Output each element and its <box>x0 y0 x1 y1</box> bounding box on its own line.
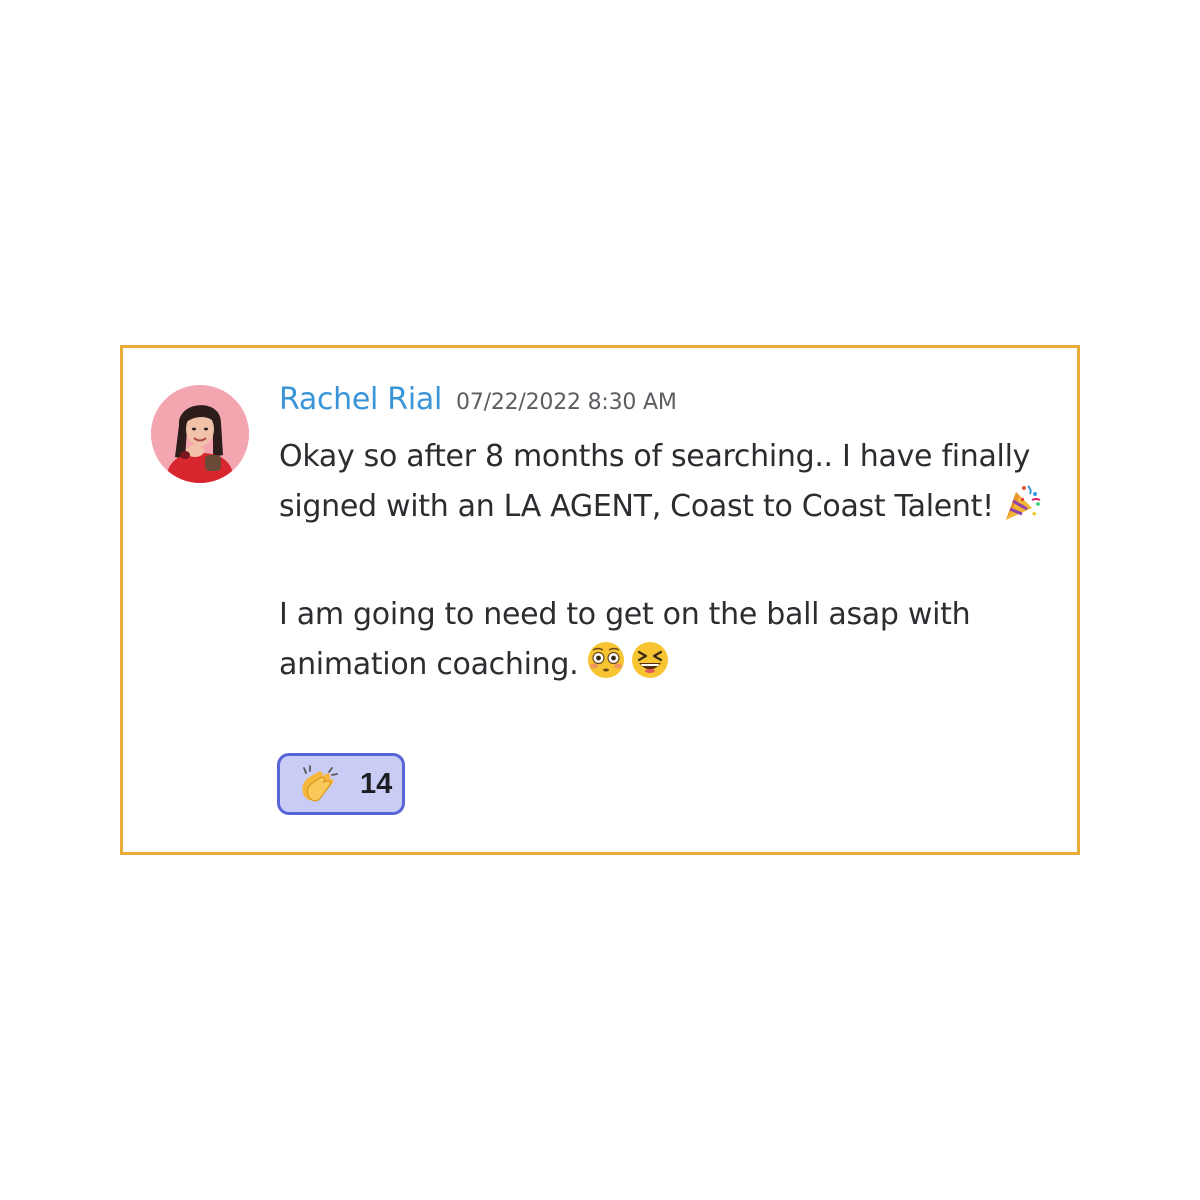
message-header: Rachel Rial 07/22/2022 8:30 AM <box>279 382 677 417</box>
avatar[interactable] <box>151 385 249 483</box>
laughing-face-icon <box>630 640 670 696</box>
message-card: Rachel Rial 07/22/2022 8:30 AM Okay so af… <box>120 345 1080 855</box>
message-body: Okay so after 8 months of searching.. I … <box>279 432 1049 696</box>
flushed-face-icon <box>586 640 626 696</box>
party-popper-icon <box>1002 482 1042 538</box>
username[interactable]: Rachel Rial <box>279 382 442 417</box>
message-text: Okay so after 8 months of searching.. I … <box>279 439 1031 524</box>
reaction-count: 14 <box>360 767 393 800</box>
message-paragraph: I am going to need to get on the ball as… <box>279 590 1049 696</box>
message-paragraph: Okay so after 8 months of searching.. I … <box>279 432 1049 538</box>
timestamp: 07/22/2022 8:30 AM <box>456 390 677 415</box>
reaction-button[interactable]: 14 <box>277 753 405 815</box>
clapping-hands-icon <box>296 762 340 806</box>
